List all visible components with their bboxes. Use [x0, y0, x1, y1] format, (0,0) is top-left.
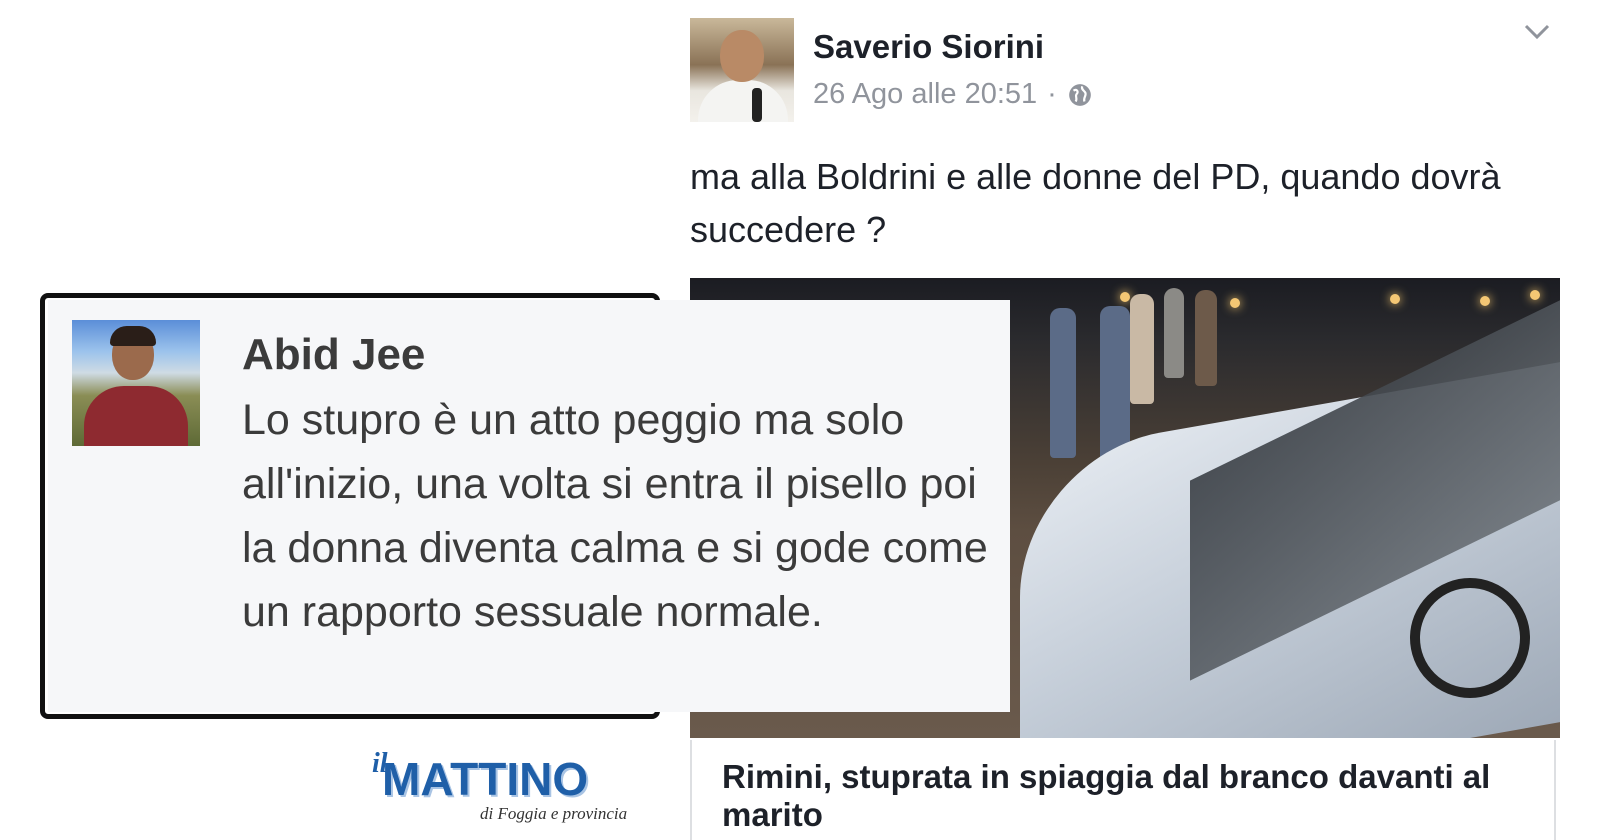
logo-name: MATTINO: [382, 753, 589, 805]
meta-separator: ·: [1047, 78, 1057, 110]
comment-card: Abid Jee Lo stupro è un atto peggio ma s…: [48, 300, 1010, 712]
post-meta: 26 Ago alle 20:51 ·: [813, 78, 1093, 111]
author-avatar[interactable]: [690, 18, 794, 122]
il-mattino-logo: il MATTINO di Foggia e provincia: [372, 748, 642, 828]
author-name[interactable]: Saverio Siorini: [813, 28, 1044, 66]
comment-text: Lo stupro è un atto peggio ma solo all'i…: [242, 396, 988, 636]
post-timestamp[interactable]: 26 Ago alle 20:51: [813, 78, 1037, 111]
link-preview[interactable]: Rimini, stuprata in spiaggia dal branco …: [690, 740, 1556, 840]
commenter-avatar[interactable]: [72, 320, 200, 446]
chevron-down-icon[interactable]: [1522, 20, 1552, 44]
link-title[interactable]: Rimini, stuprata in spiaggia dal branco …: [722, 758, 1542, 834]
commenter-name[interactable]: Abid Jee: [242, 330, 425, 380]
globe-icon[interactable]: [1067, 82, 1093, 108]
logo-subtitle: di Foggia e provincia: [480, 804, 628, 823]
post-text: ma alla Boldrini e alle donne del PD, qu…: [690, 156, 1501, 250]
